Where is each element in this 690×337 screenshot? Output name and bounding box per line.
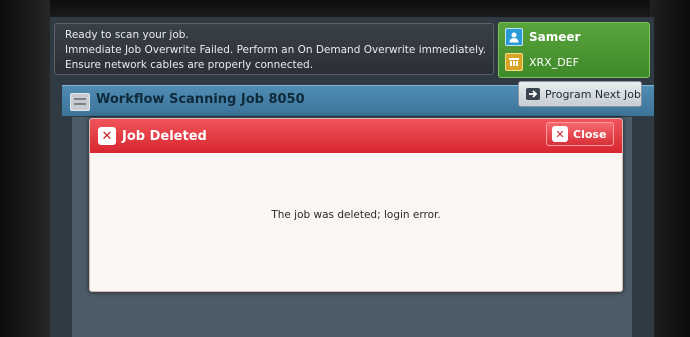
arrow-right-icon [526, 88, 540, 100]
user-name: Sameer [529, 30, 581, 44]
job-deleted-dialog: ✕ Job Deleted ✕ Close The job was delete… [89, 118, 623, 292]
page-title: Workflow Scanning Job 8050 [96, 92, 305, 107]
dialog-message: The job was deleted; login error. [271, 209, 441, 221]
job-list-icon [70, 93, 90, 111]
program-next-job-button[interactable]: Program Next Job [518, 81, 642, 107]
close-button-label: Close [573, 127, 607, 141]
device-icon [505, 53, 523, 71]
device-name: XRX_DEF [529, 55, 579, 69]
status-line-overwrite: Immediate Job Overwrite Failed. Perform … [65, 44, 487, 56]
device-bezel-left [0, 0, 50, 337]
status-line-network: Ensure network cables are properly conne… [65, 59, 314, 71]
status-message-area: Ready to scan your job. Immediate Job Ov… [54, 23, 494, 75]
close-icon: ✕ [552, 126, 568, 142]
device-row[interactable]: XRX_DEF [505, 53, 579, 71]
dialog-title-group: ✕ Job Deleted [98, 127, 207, 145]
dialog-header: ✕ Job Deleted ✕ Close [90, 119, 622, 153]
close-button[interactable]: ✕ Close [546, 122, 614, 146]
status-line-ready: Ready to scan your job. [65, 29, 189, 41]
device-bezel-top [0, 0, 690, 18]
user-login-panel[interactable]: Sameer XRX_DEF [498, 22, 650, 78]
touch-screen: Ready to scan your job. Immediate Job Ov… [50, 17, 654, 337]
person-icon [505, 28, 523, 46]
user-row[interactable]: Sameer [505, 28, 580, 46]
program-next-job-label: Program Next Job [545, 87, 641, 101]
device-bezel-right [650, 0, 690, 337]
dialog-title: Job Deleted [122, 128, 207, 144]
error-icon: ✕ [98, 127, 116, 145]
